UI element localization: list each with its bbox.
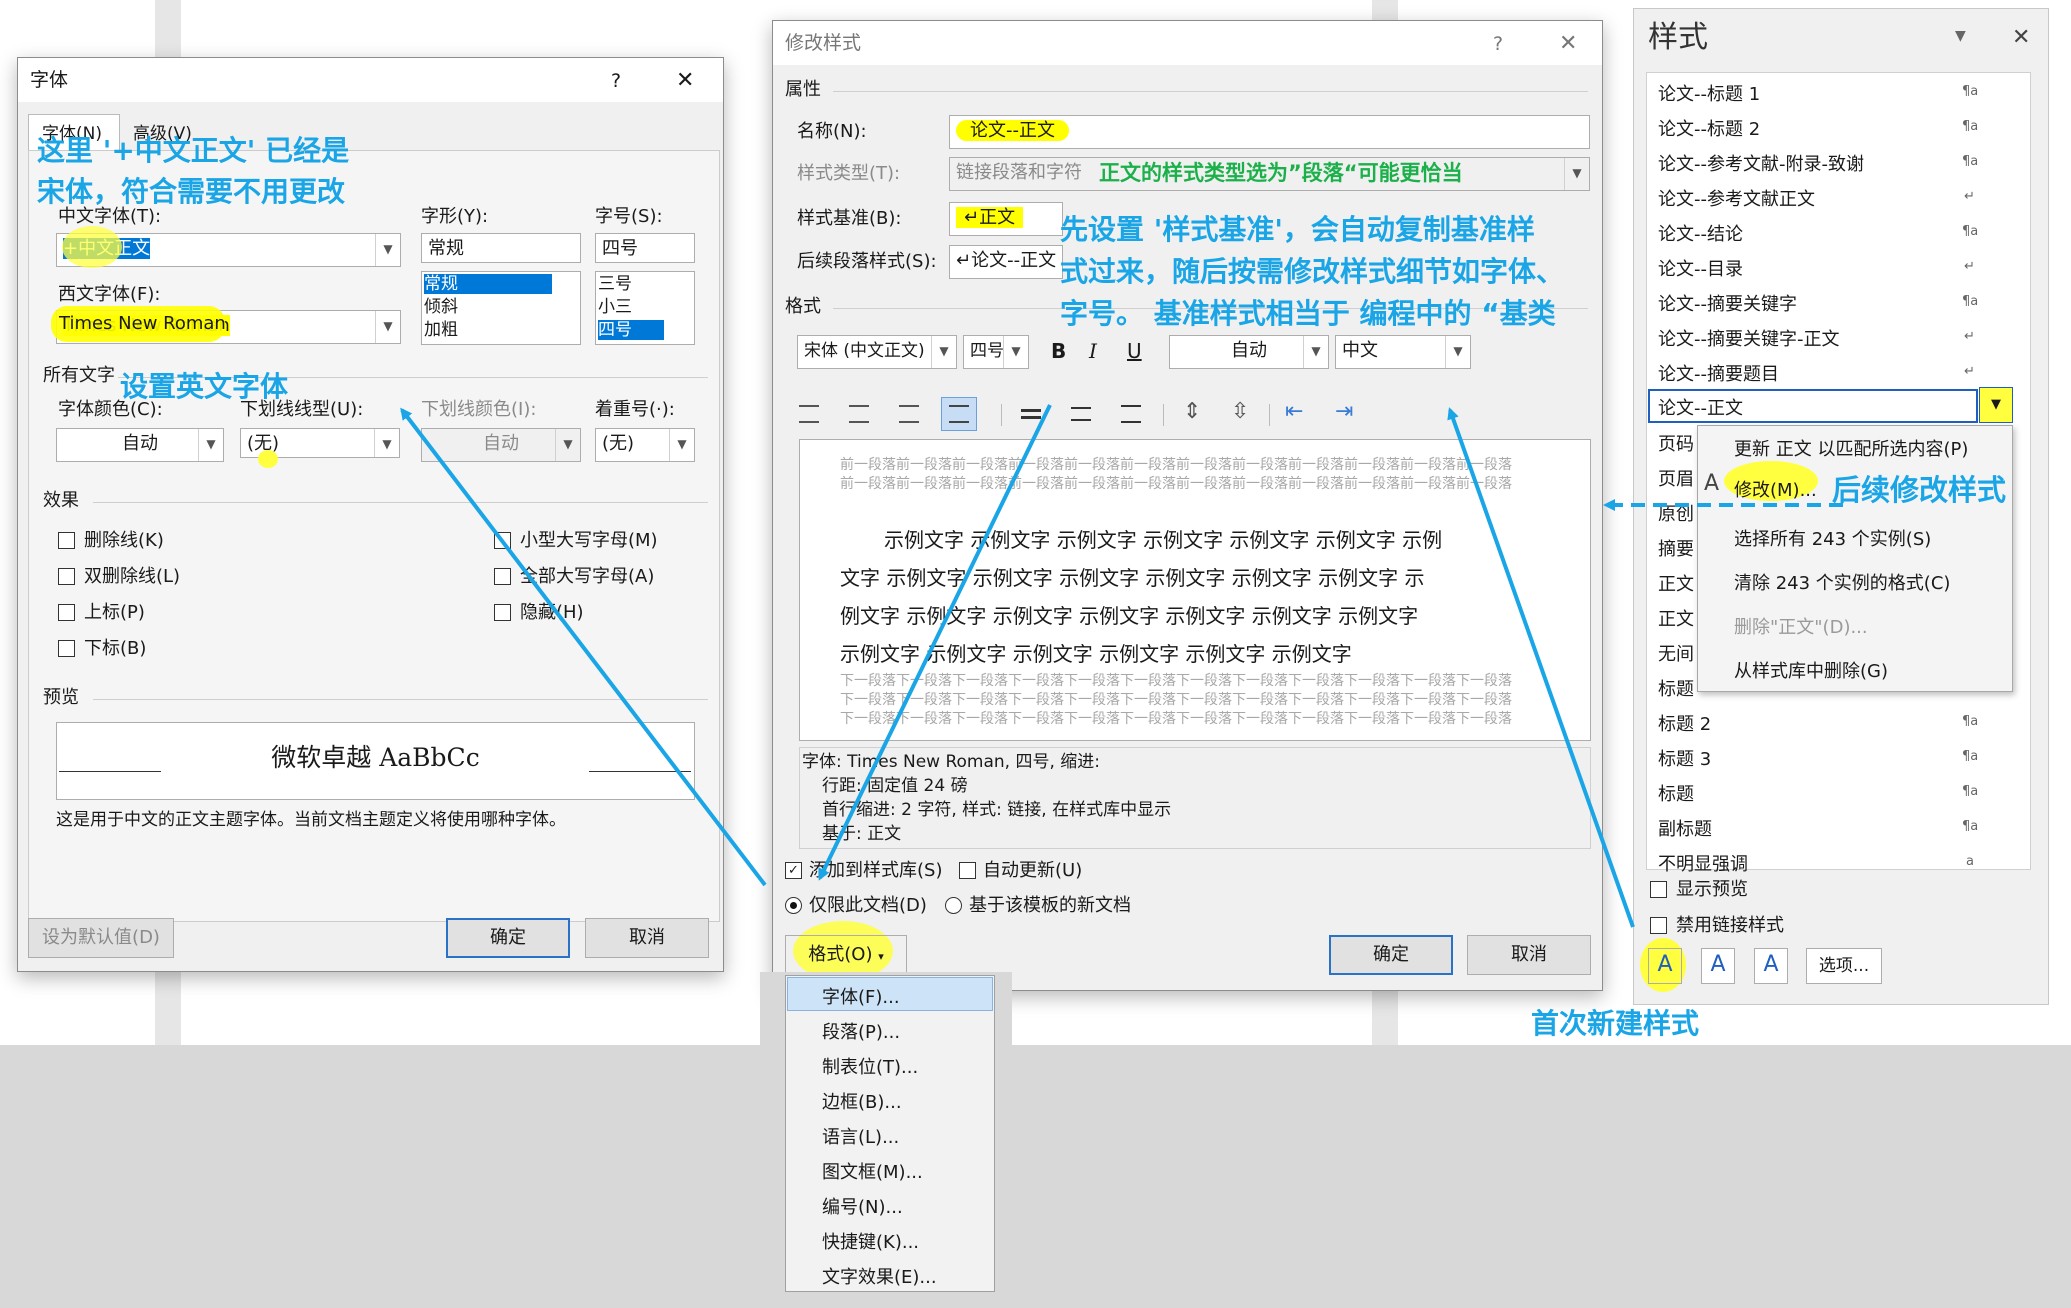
arrow-to-font-dialog — [818, 404, 1052, 881]
arrow-to-underline — [400, 407, 767, 887]
arrow-to-format-toolbar — [1447, 407, 1635, 928]
annotation-arrows — [400, 404, 1843, 928]
